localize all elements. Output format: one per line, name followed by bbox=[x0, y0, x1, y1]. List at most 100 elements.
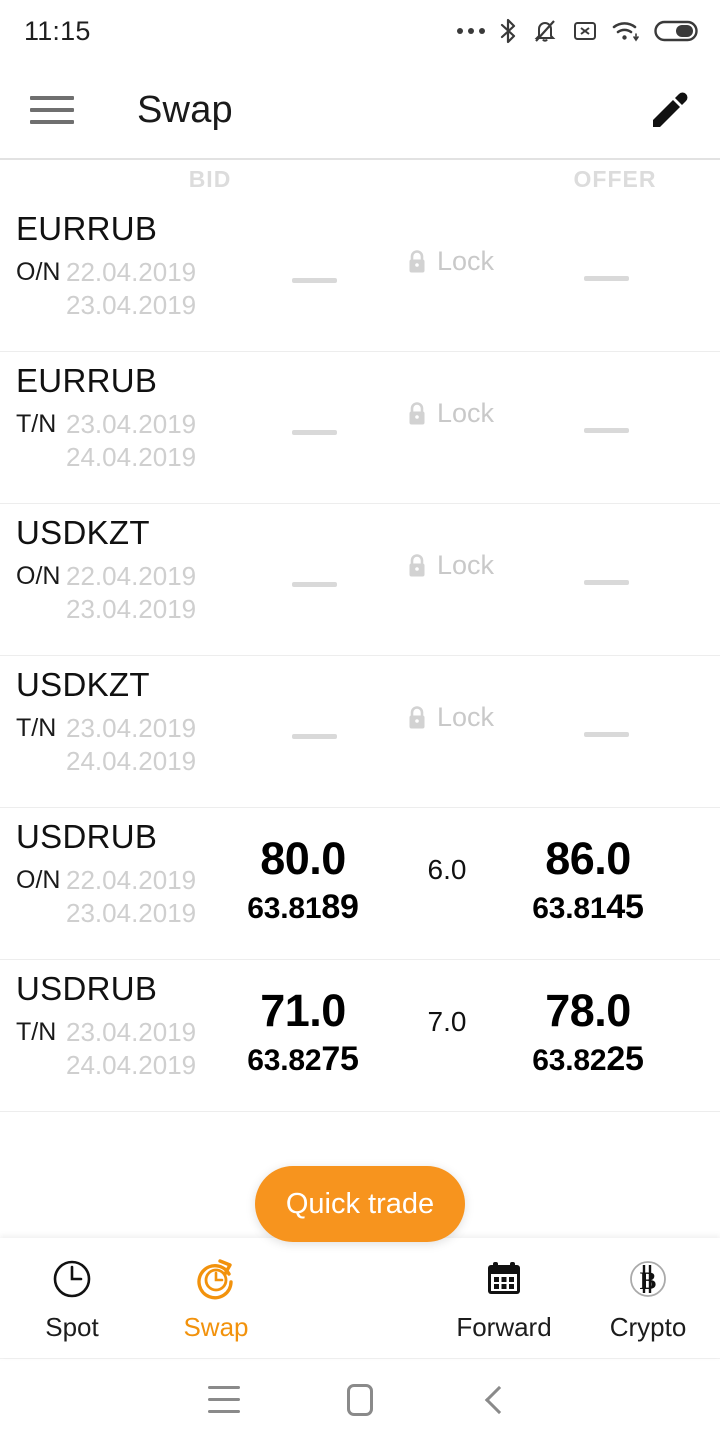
offer-rate: 63.8145 bbox=[470, 888, 706, 927]
lock-label: Lock bbox=[437, 550, 495, 580]
offer-points: 86.0 bbox=[545, 833, 631, 884]
status-icon-group bbox=[457, 17, 698, 45]
table-row[interactable]: USDKZT O/N 22.04.2019 23.04.2019 Lock bbox=[0, 504, 720, 656]
swap-rows-list: EURRUB O/N 22.04.2019 23.04.2019 Lock EURRUB T… bbox=[0, 200, 720, 1112]
row-date-to: 23.04.2019 bbox=[66, 289, 197, 320]
table-row[interactable]: USDKZT T/N 23.04.2019 24.04.2019 Lock bbox=[0, 656, 720, 808]
bell-muted-icon bbox=[534, 20, 556, 42]
status-time: 11:15 bbox=[24, 15, 91, 46]
bid-empty-dash bbox=[292, 582, 337, 587]
lock-indicator[interactable]: Lock bbox=[406, 550, 494, 581]
offer-rate: 63.8225 bbox=[470, 1040, 706, 1079]
offer-rate-base: 63.82 bbox=[532, 1044, 607, 1078]
row-pair: USDRUB bbox=[16, 818, 158, 855]
nav-label-forward: Forward bbox=[456, 1311, 552, 1342]
offer-quote[interactable]: 86.0 63.8145 bbox=[470, 835, 706, 927]
lock-indicator[interactable]: Lock bbox=[406, 702, 494, 733]
table-row[interactable]: USDRUB T/N 23.04.2019 24.04.2019 71.0 63.8275… bbox=[0, 960, 720, 1112]
row-date-to: 23.04.2019 bbox=[66, 897, 197, 928]
row-date-from: 22.04.2019 bbox=[66, 561, 197, 591]
row-tenor: T/N bbox=[16, 714, 57, 742]
padlock-icon bbox=[409, 553, 425, 576]
row-tenor: T/N bbox=[16, 410, 57, 438]
offer-empty-dash bbox=[584, 428, 629, 433]
row-tenor: O/N bbox=[16, 866, 61, 894]
offer-rate-base: 63.81 bbox=[532, 892, 607, 926]
row-date-to: 24.04.2019 bbox=[66, 441, 197, 472]
bitcoin-icon: B bbox=[630, 1260, 666, 1297]
padlock-icon bbox=[409, 401, 425, 424]
row-dates: 23.04.2019 24.04.2019 bbox=[66, 408, 196, 473]
offer-rate-pips: 45 bbox=[606, 888, 644, 927]
nav-item-forward[interactable]: Forward bbox=[432, 1254, 576, 1343]
row-date-from: 22.04.2019 bbox=[66, 257, 197, 287]
row-date-to: 23.04.2019 bbox=[66, 593, 197, 624]
nav-item-spot[interactable]: Spot bbox=[0, 1254, 144, 1343]
row-date-from: 23.04.2019 bbox=[66, 713, 197, 743]
row-pair: USDKZT bbox=[16, 514, 150, 551]
bid-rate-pips: 75 bbox=[321, 1040, 359, 1079]
svg-text:B: B bbox=[640, 1268, 657, 1295]
more-dots-icon bbox=[457, 28, 485, 34]
battery-icon bbox=[654, 20, 698, 42]
row-dates: 23.04.2019 24.04.2019 bbox=[66, 712, 196, 777]
bid-rate-base: 63.81 bbox=[247, 892, 322, 926]
row-dates: 22.04.2019 23.04.2019 bbox=[66, 560, 196, 625]
nav-label-swap: Swap bbox=[183, 1311, 249, 1342]
bid-quote[interactable]: 71.0 63.8275 bbox=[185, 987, 421, 1079]
bid-empty-dash bbox=[292, 430, 337, 435]
pencil-edit-icon[interactable] bbox=[640, 82, 696, 138]
column-headers: BID OFFER bbox=[0, 160, 720, 200]
table-row[interactable]: EURRUB O/N 22.04.2019 23.04.2019 Lock bbox=[0, 200, 720, 352]
bid-rate: 63.8189 bbox=[185, 888, 421, 927]
row-tenor: T/N bbox=[16, 1018, 57, 1046]
nav-item-crypto[interactable]: B Crypto bbox=[576, 1254, 720, 1343]
bid-points: 80.0 bbox=[260, 833, 346, 884]
app-screen: 11:15 Swap BID OFFER EURRUB O/N 22.04.20… bbox=[0, 0, 720, 1440]
row-dates: 23.04.2019 24.04.2019 bbox=[66, 1016, 196, 1081]
calendar-icon bbox=[488, 1261, 520, 1294]
bluetooth-icon bbox=[500, 18, 516, 44]
lock-label: Lock bbox=[437, 246, 495, 276]
page-title: Swap bbox=[137, 88, 233, 131]
row-tenor: O/N bbox=[16, 258, 61, 286]
table-row[interactable]: USDRUB O/N 22.04.2019 23.04.2019 80.0 63.8189… bbox=[0, 808, 720, 960]
quick-trade-button[interactable]: Quick trade bbox=[255, 1166, 465, 1242]
home-icon[interactable] bbox=[292, 1383, 428, 1416]
hamburger-menu-icon[interactable] bbox=[30, 96, 74, 124]
bid-points: 71.0 bbox=[260, 985, 346, 1036]
lock-indicator[interactable]: Lock bbox=[406, 398, 494, 429]
row-date-to: 24.04.2019 bbox=[66, 745, 197, 776]
sim-card-x-icon bbox=[574, 22, 596, 40]
offer-empty-dash bbox=[584, 580, 629, 585]
back-icon[interactable] bbox=[428, 1385, 564, 1414]
clock-refresh-icon bbox=[197, 1258, 233, 1299]
recents-icon[interactable] bbox=[156, 1386, 292, 1413]
system-navigation-bar bbox=[0, 1358, 720, 1440]
table-row[interactable]: EURRUB T/N 23.04.2019 24.04.2019 Lock bbox=[0, 352, 720, 504]
quick-trade-label: Quick trade bbox=[285, 1187, 435, 1220]
offer-quote[interactable]: 78.0 63.8225 bbox=[470, 987, 706, 1079]
row-pair: USDRUB bbox=[16, 970, 158, 1007]
offer-points: 78.0 bbox=[545, 985, 631, 1036]
row-pair: EURRUB bbox=[16, 362, 158, 399]
bid-quote[interactable]: 80.0 63.8189 bbox=[185, 835, 421, 927]
row-pair: USDKZT bbox=[16, 666, 150, 703]
bid-empty-dash bbox=[292, 734, 337, 739]
app-bar: Swap bbox=[0, 62, 720, 158]
lock-indicator[interactable]: Lock bbox=[406, 246, 494, 277]
status-bar: 11:15 bbox=[0, 0, 720, 62]
bid-rate-pips: 89 bbox=[321, 888, 359, 927]
column-header-offer: OFFER bbox=[573, 166, 657, 192]
bid-rate-base: 63.82 bbox=[247, 1044, 322, 1078]
row-dates: 22.04.2019 23.04.2019 bbox=[66, 864, 196, 929]
bid-empty-dash bbox=[292, 278, 337, 283]
padlock-icon bbox=[409, 705, 425, 728]
row-date-from: 22.04.2019 bbox=[66, 865, 197, 895]
nav-item-swap[interactable]: Swap bbox=[144, 1254, 288, 1343]
row-date-from: 23.04.2019 bbox=[66, 1017, 197, 1047]
row-pair: EURRUB bbox=[16, 210, 158, 247]
offer-empty-dash bbox=[584, 732, 629, 737]
bottom-navigation-bar: Quick trade Spot Swap Forward B Crypto bbox=[0, 1166, 720, 1358]
row-tenor: O/N bbox=[16, 562, 61, 590]
